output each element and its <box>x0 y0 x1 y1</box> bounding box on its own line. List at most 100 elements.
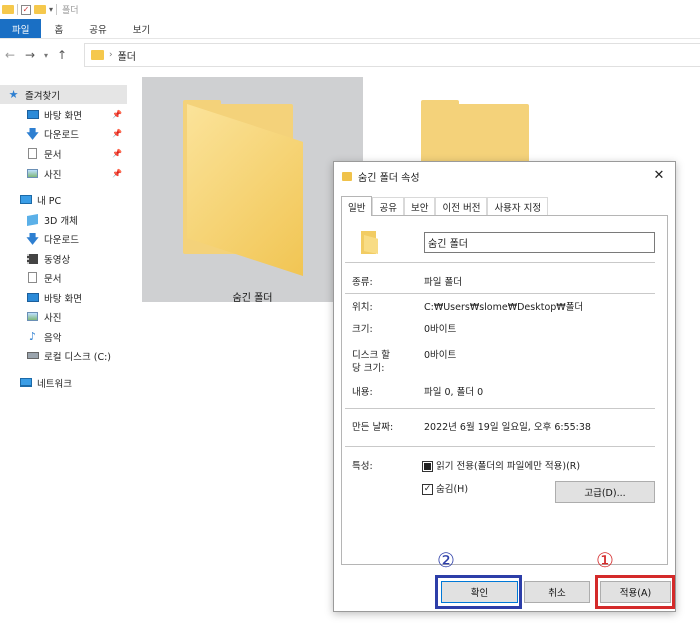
sidebar-item-label: 동영상 <box>44 254 71 266</box>
back-arrow-icon[interactable]: ← <box>0 48 20 62</box>
pin-icon: 📌 <box>112 149 122 158</box>
tab-general[interactable]: 일반 <box>341 196 373 216</box>
navigation-bar: ← → ▾ ↑ › 폴더 <box>0 41 700 69</box>
sidebar-item-downloads[interactable]: 🡇 다운로드 📌 <box>0 124 127 143</box>
tab-view[interactable]: 보기 <box>120 19 163 38</box>
dialog-title-bar[interactable]: 숨긴 폴더 속성 <box>334 162 675 190</box>
readonly-checkbox[interactable] <box>422 461 433 472</box>
pictures-icon <box>27 169 38 178</box>
divider <box>345 293 655 294</box>
folder-name-field[interactable]: 숨긴 폴더 <box>424 232 655 253</box>
ok-button[interactable]: 확인 <box>441 581 518 603</box>
sidebar-item-label: 바탕 화면 <box>44 110 82 122</box>
sidebar-item-label: 사진 <box>44 312 62 324</box>
sidebar-item-label: 다운로드 <box>44 129 79 141</box>
sidebar-item-network[interactable]: 네트워크 <box>0 373 127 392</box>
sidebar-item-local-disk[interactable]: 로컬 디스크 (C:) <box>0 346 127 365</box>
tab-previous-versions[interactable]: 이전 버전 <box>435 197 488 215</box>
sidebar-item-downloads-pc[interactable]: 🡇 다운로드 <box>0 229 127 248</box>
hidden-label[interactable]: 숨김(H) <box>436 483 468 496</box>
sidebar-item-documents-pc[interactable]: 문서 <box>0 268 127 287</box>
folder-icon <box>2 5 14 14</box>
folder-icon <box>342 171 352 181</box>
ribbon-tabs: 파일 홈 공유 보기 <box>0 19 700 39</box>
sidebar-item-label: 음악 <box>44 332 62 344</box>
created-label: 만든 날짜: <box>352 422 394 433</box>
sidebar-item-pictures-pc[interactable]: 사진 <box>0 307 127 326</box>
close-icon[interactable]: ✕ <box>651 168 667 184</box>
pictures-icon <box>27 312 38 321</box>
separator <box>56 4 58 15</box>
tab-home[interactable]: 홈 <box>41 19 76 38</box>
music-icon: ♪ <box>28 330 37 343</box>
sidebar-item-desktop[interactable]: 바탕 화면 📌 <box>0 105 127 124</box>
tab-security[interactable]: 보안 <box>403 197 436 215</box>
sidebar-item-documents[interactable]: 문서 📌 <box>0 144 127 163</box>
sidebar-item-this-pc[interactable]: 내 PC <box>0 190 127 209</box>
download-icon: 🡇 <box>26 231 39 246</box>
size-on-disk-label-line2: 당 크기: <box>352 363 385 374</box>
sidebar-item-pictures[interactable]: 사진 📌 <box>0 164 127 183</box>
sidebar-item-label: 즐겨찾기 <box>25 90 60 102</box>
created-value: 2022년 6월 19일 일요일, 오후 6:55:38 <box>424 422 591 433</box>
advanced-button[interactable]: 고급(D)... <box>555 481 655 503</box>
recent-locations-chevron-icon[interactable]: ▾ <box>40 51 52 60</box>
desktop-icon <box>26 110 39 119</box>
new-folder-quick-icon[interactable] <box>34 5 46 14</box>
sidebar-item-label: 네트워크 <box>37 378 72 390</box>
pin-icon: 📌 <box>112 110 122 119</box>
folder-icon <box>361 231 378 254</box>
sidebar-item-label: 바탕 화면 <box>44 293 82 305</box>
title-bar: ✓ ▾ 폴더 <box>0 0 700 19</box>
cancel-button[interactable]: 취소 <box>524 581 590 603</box>
window-title: 폴더 <box>62 6 79 16</box>
properties-quick-icon[interactable]: ✓ <box>21 4 31 15</box>
divider <box>345 446 655 447</box>
contains-label: 내용: <box>352 387 373 398</box>
sidebar-item-3d-objects[interactable]: 3D 개체 <box>0 210 127 229</box>
video-icon <box>27 253 38 264</box>
chevron-right-icon[interactable]: › <box>109 50 113 60</box>
document-icon <box>28 272 37 283</box>
type-value: 파일 폴더 <box>424 277 462 288</box>
readonly-label[interactable]: 읽기 전용(폴더의 파일에만 적용)(R) <box>436 460 580 473</box>
location-value: C:₩Users₩slome₩Desktop₩폴더 <box>424 302 584 313</box>
computer-icon <box>19 195 32 204</box>
up-arrow-icon[interactable]: ↑ <box>52 48 72 62</box>
forward-arrow-icon[interactable]: → <box>20 48 40 62</box>
sidebar-item-label: 로컬 디스크 (C:) <box>44 351 111 363</box>
sidebar-item-music[interactable]: ♪ 음악 <box>0 327 127 346</box>
drive-icon <box>26 352 39 359</box>
folder-name[interactable]: 숨긴 폴더 <box>142 289 363 304</box>
size-label: 크기: <box>352 324 373 335</box>
sidebar-item-label: 사진 <box>44 169 62 181</box>
dialog-tabs: 일반 공유 보안 이전 버전 사용자 지정 <box>341 196 549 216</box>
sidebar-item-quick-access[interactable]: ★ 즐겨찾기 <box>0 85 127 104</box>
sidebar-item-desktop-pc[interactable]: 바탕 화면 <box>0 288 127 307</box>
folder-icon <box>91 50 104 60</box>
dialog-title: 숨긴 폴더 속성 <box>358 172 420 184</box>
tab-customize[interactable]: 사용자 지정 <box>487 197 549 215</box>
tab-file[interactable]: 파일 <box>0 19 42 38</box>
separator <box>17 4 18 15</box>
download-icon: 🡇 <box>26 126 39 141</box>
size-on-disk-value: 0바이트 <box>424 350 457 361</box>
tab-sharing[interactable]: 공유 <box>372 197 404 215</box>
type-label: 종류: <box>352 277 373 288</box>
annotation-badge-1: ① <box>596 548 614 572</box>
sidebar-item-label: 내 PC <box>37 195 62 207</box>
properties-dialog: 숨긴 폴더 속성 ✕ 일반 공유 보안 이전 버전 사용자 지정 <box>333 161 676 612</box>
chevron-down-icon[interactable]: ▾ <box>49 5 53 14</box>
tab-share[interactable]: 공유 <box>76 19 119 38</box>
sidebar-item-videos[interactable]: 동영상 <box>0 249 127 268</box>
divider <box>345 262 655 263</box>
address-path[interactable]: 폴더 <box>118 48 136 63</box>
address-bar[interactable]: › 폴더 <box>84 43 700 67</box>
hidden-checkbox[interactable]: ✓ <box>422 484 433 495</box>
location-label: 위치: <box>352 302 373 313</box>
star-icon: ★ <box>8 88 19 101</box>
size-on-disk-label-line1: 디스크 할 <box>352 350 390 361</box>
apply-button[interactable]: 적용(A) <box>600 581 671 603</box>
pin-icon: 📌 <box>112 169 122 178</box>
divider <box>345 408 655 409</box>
